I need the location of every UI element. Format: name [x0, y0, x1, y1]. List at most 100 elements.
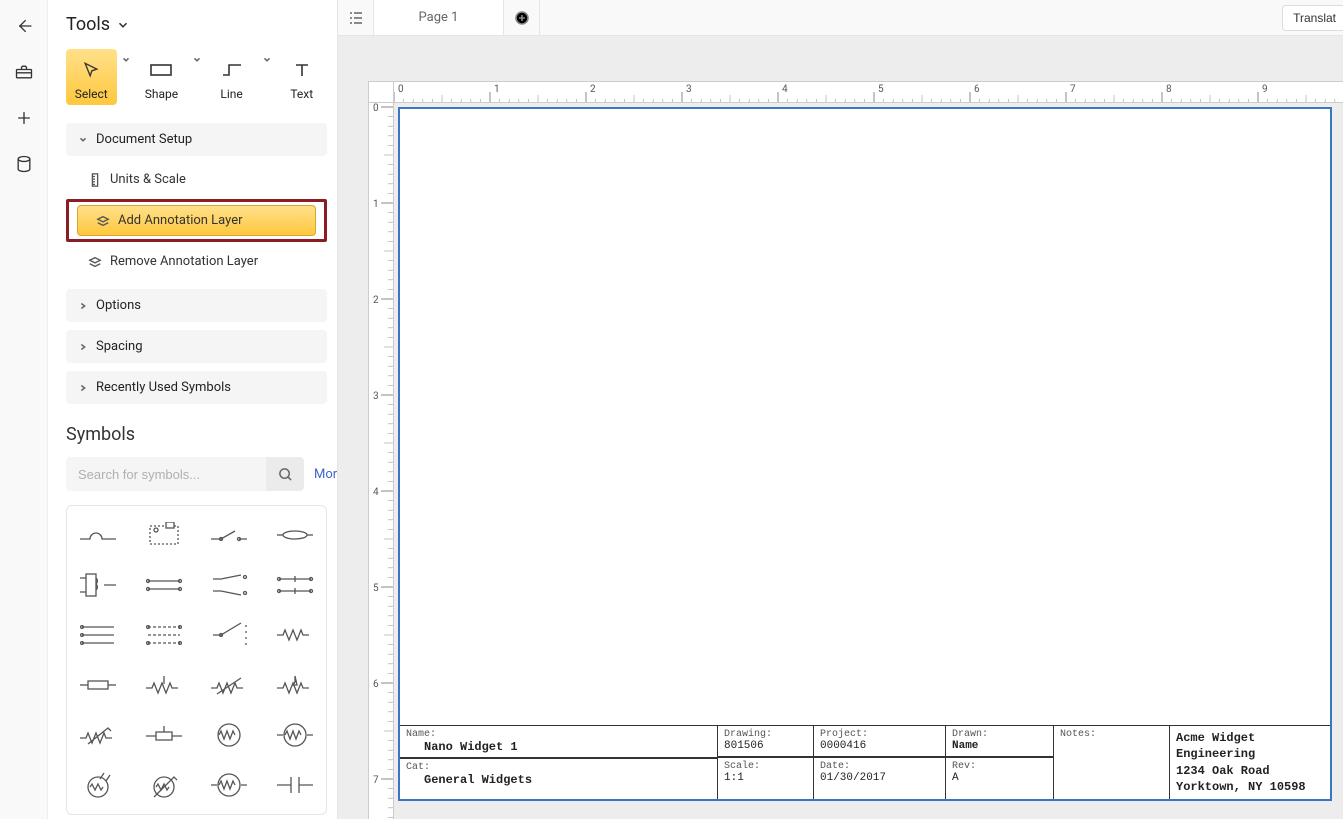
ruler-corner: [368, 81, 394, 103]
tb-scale-label: Scale:: [724, 761, 807, 772]
symbol-resistor-circle-2[interactable]: [273, 720, 317, 750]
svg-text:2: 2: [373, 295, 379, 306]
layer-add-icon: [96, 214, 110, 228]
search-button[interactable]: [266, 457, 304, 491]
back-button[interactable]: [12, 14, 36, 38]
section-label: Options: [96, 298, 141, 313]
symbol-resistor-var[interactable]: [207, 670, 251, 700]
tool-shape[interactable]: Shape: [136, 49, 187, 105]
tb-cat-value: General Widgets: [406, 773, 711, 787]
ruler-icon: [88, 173, 102, 187]
tb-project-label: Project:: [820, 729, 939, 740]
database-icon[interactable]: [12, 152, 36, 176]
symbol-resistor-pot[interactable]: [273, 670, 317, 700]
section-label: Spacing: [96, 339, 143, 354]
ruler-horizontal: 0123456789: [368, 81, 1343, 103]
chevron-down-icon: [78, 135, 88, 145]
tb-date-value: 01/30/2017: [820, 772, 939, 784]
tool-text[interactable]: Text: [277, 49, 328, 105]
svg-text:6: 6: [974, 84, 980, 95]
plus-icon: [515, 11, 529, 25]
translate-button[interactable]: Translat: [1282, 5, 1343, 31]
add-icon[interactable]: [12, 106, 36, 130]
text-icon: [293, 57, 311, 83]
tool-label: Text: [290, 87, 313, 101]
symbol-bus-2[interactable]: [142, 570, 186, 600]
svg-text:0: 0: [398, 84, 404, 95]
section-recently-used[interactable]: Recently Used Symbols: [66, 371, 327, 404]
tab-page-1[interactable]: Page 1: [374, 0, 504, 35]
section-spacing[interactable]: Spacing: [66, 330, 327, 363]
symbol-arc[interactable]: [76, 520, 120, 550]
sub-units-scale[interactable]: Units & Scale: [66, 164, 327, 195]
symbol-varistor[interactable]: [76, 720, 120, 750]
symbol-resistor-box[interactable]: [76, 670, 120, 700]
symbol-ic-block[interactable]: [142, 520, 186, 550]
tool-select-dropdown[interactable]: [119, 49, 135, 105]
tb-company-2: Engineering: [1176, 746, 1324, 762]
panel-title-text: Tools: [66, 14, 110, 35]
section-label: Document Setup: [96, 132, 192, 147]
document-setup-sublist: Units & Scale Add Annotation Layer Remov…: [66, 164, 327, 277]
rectangle-icon: [149, 57, 173, 83]
tb-company-4: Yorktown, NY 10598: [1176, 779, 1324, 795]
tool-select[interactable]: Select: [66, 49, 117, 105]
svg-text:2: 2: [590, 84, 596, 95]
tools-panel: Tools Select Shape Line: [48, 0, 338, 819]
tool-label: Shape: [145, 87, 178, 101]
panel-title[interactable]: Tools: [66, 14, 327, 35]
tool-label: Select: [75, 87, 108, 101]
symbol-capacitor[interactable]: [273, 770, 317, 800]
chevron-right-icon: [78, 301, 88, 311]
tool-line[interactable]: Line: [206, 49, 257, 105]
svg-text:9: 9: [1262, 84, 1268, 95]
sub-remove-annotation[interactable]: Remove Annotation Layer: [66, 246, 327, 277]
tool-shape-dropdown[interactable]: [189, 49, 205, 105]
tb-drawn-label: Drawn:: [952, 729, 1047, 740]
symbol-trimmer[interactable]: [142, 720, 186, 750]
topbar: Page 1 Translat: [338, 0, 1343, 36]
tb-project-value: 0000416: [820, 740, 939, 752]
symbol-thermistor[interactable]: [142, 770, 186, 800]
section-options[interactable]: Options: [66, 289, 327, 322]
tb-date-label: Date:: [820, 761, 939, 772]
add-tab-button[interactable]: [504, 0, 540, 35]
sub-add-annotation[interactable]: Add Annotation Layer: [77, 205, 316, 236]
svg-text:6: 6: [373, 679, 379, 690]
tb-drawn-value: Name: [952, 740, 1047, 752]
tb-rev-label: Rev:: [952, 761, 1047, 772]
search-input[interactable]: [66, 467, 266, 482]
drawing-page[interactable]: Name: Nano Widget 1 Cat: General Widgets…: [398, 107, 1332, 801]
tool-line-dropdown[interactable]: [259, 49, 275, 105]
tb-cat-label: Cat:: [406, 762, 711, 773]
symbol-sw-array-dashed[interactable]: [142, 620, 186, 650]
symbol-contact-2[interactable]: [273, 570, 317, 600]
title-block: Name: Nano Widget 1 Cat: General Widgets…: [400, 725, 1330, 799]
symbol-transformer[interactable]: [76, 570, 120, 600]
section-document-setup[interactable]: Document Setup: [66, 123, 327, 156]
symbol-rotary-switch[interactable]: [207, 620, 251, 650]
symbol-ammeter[interactable]: [207, 770, 251, 800]
outline-icon: [348, 10, 364, 26]
symbol-bus-3[interactable]: [76, 620, 120, 650]
symbol-resistor[interactable]: [273, 620, 317, 650]
chevron-right-icon: [78, 383, 88, 393]
svg-text:7: 7: [1070, 84, 1076, 95]
svg-text:3: 3: [686, 84, 692, 95]
svg-text:7: 7: [373, 775, 379, 786]
symbol-fuse[interactable]: [273, 520, 317, 550]
symbol-photoresistor[interactable]: [76, 770, 120, 800]
symbol-resistor-circle[interactable]: [207, 720, 251, 750]
outline-button[interactable]: [338, 0, 374, 35]
symbol-switch-open[interactable]: [207, 520, 251, 550]
more-label: More: [314, 467, 338, 482]
symbol-palette: [66, 505, 327, 815]
svg-text:0: 0: [373, 103, 379, 114]
toolbox-icon[interactable]: [12, 60, 36, 84]
more-symbols-link[interactable]: More +: [314, 467, 338, 482]
sub-label: Add Annotation Layer: [118, 213, 243, 228]
highlight-ring: Add Annotation Layer: [66, 199, 327, 242]
symbol-resistor-tap[interactable]: [142, 670, 186, 700]
tb-scale-value: 1:1: [724, 772, 807, 784]
symbol-switch-2pole[interactable]: [207, 570, 251, 600]
